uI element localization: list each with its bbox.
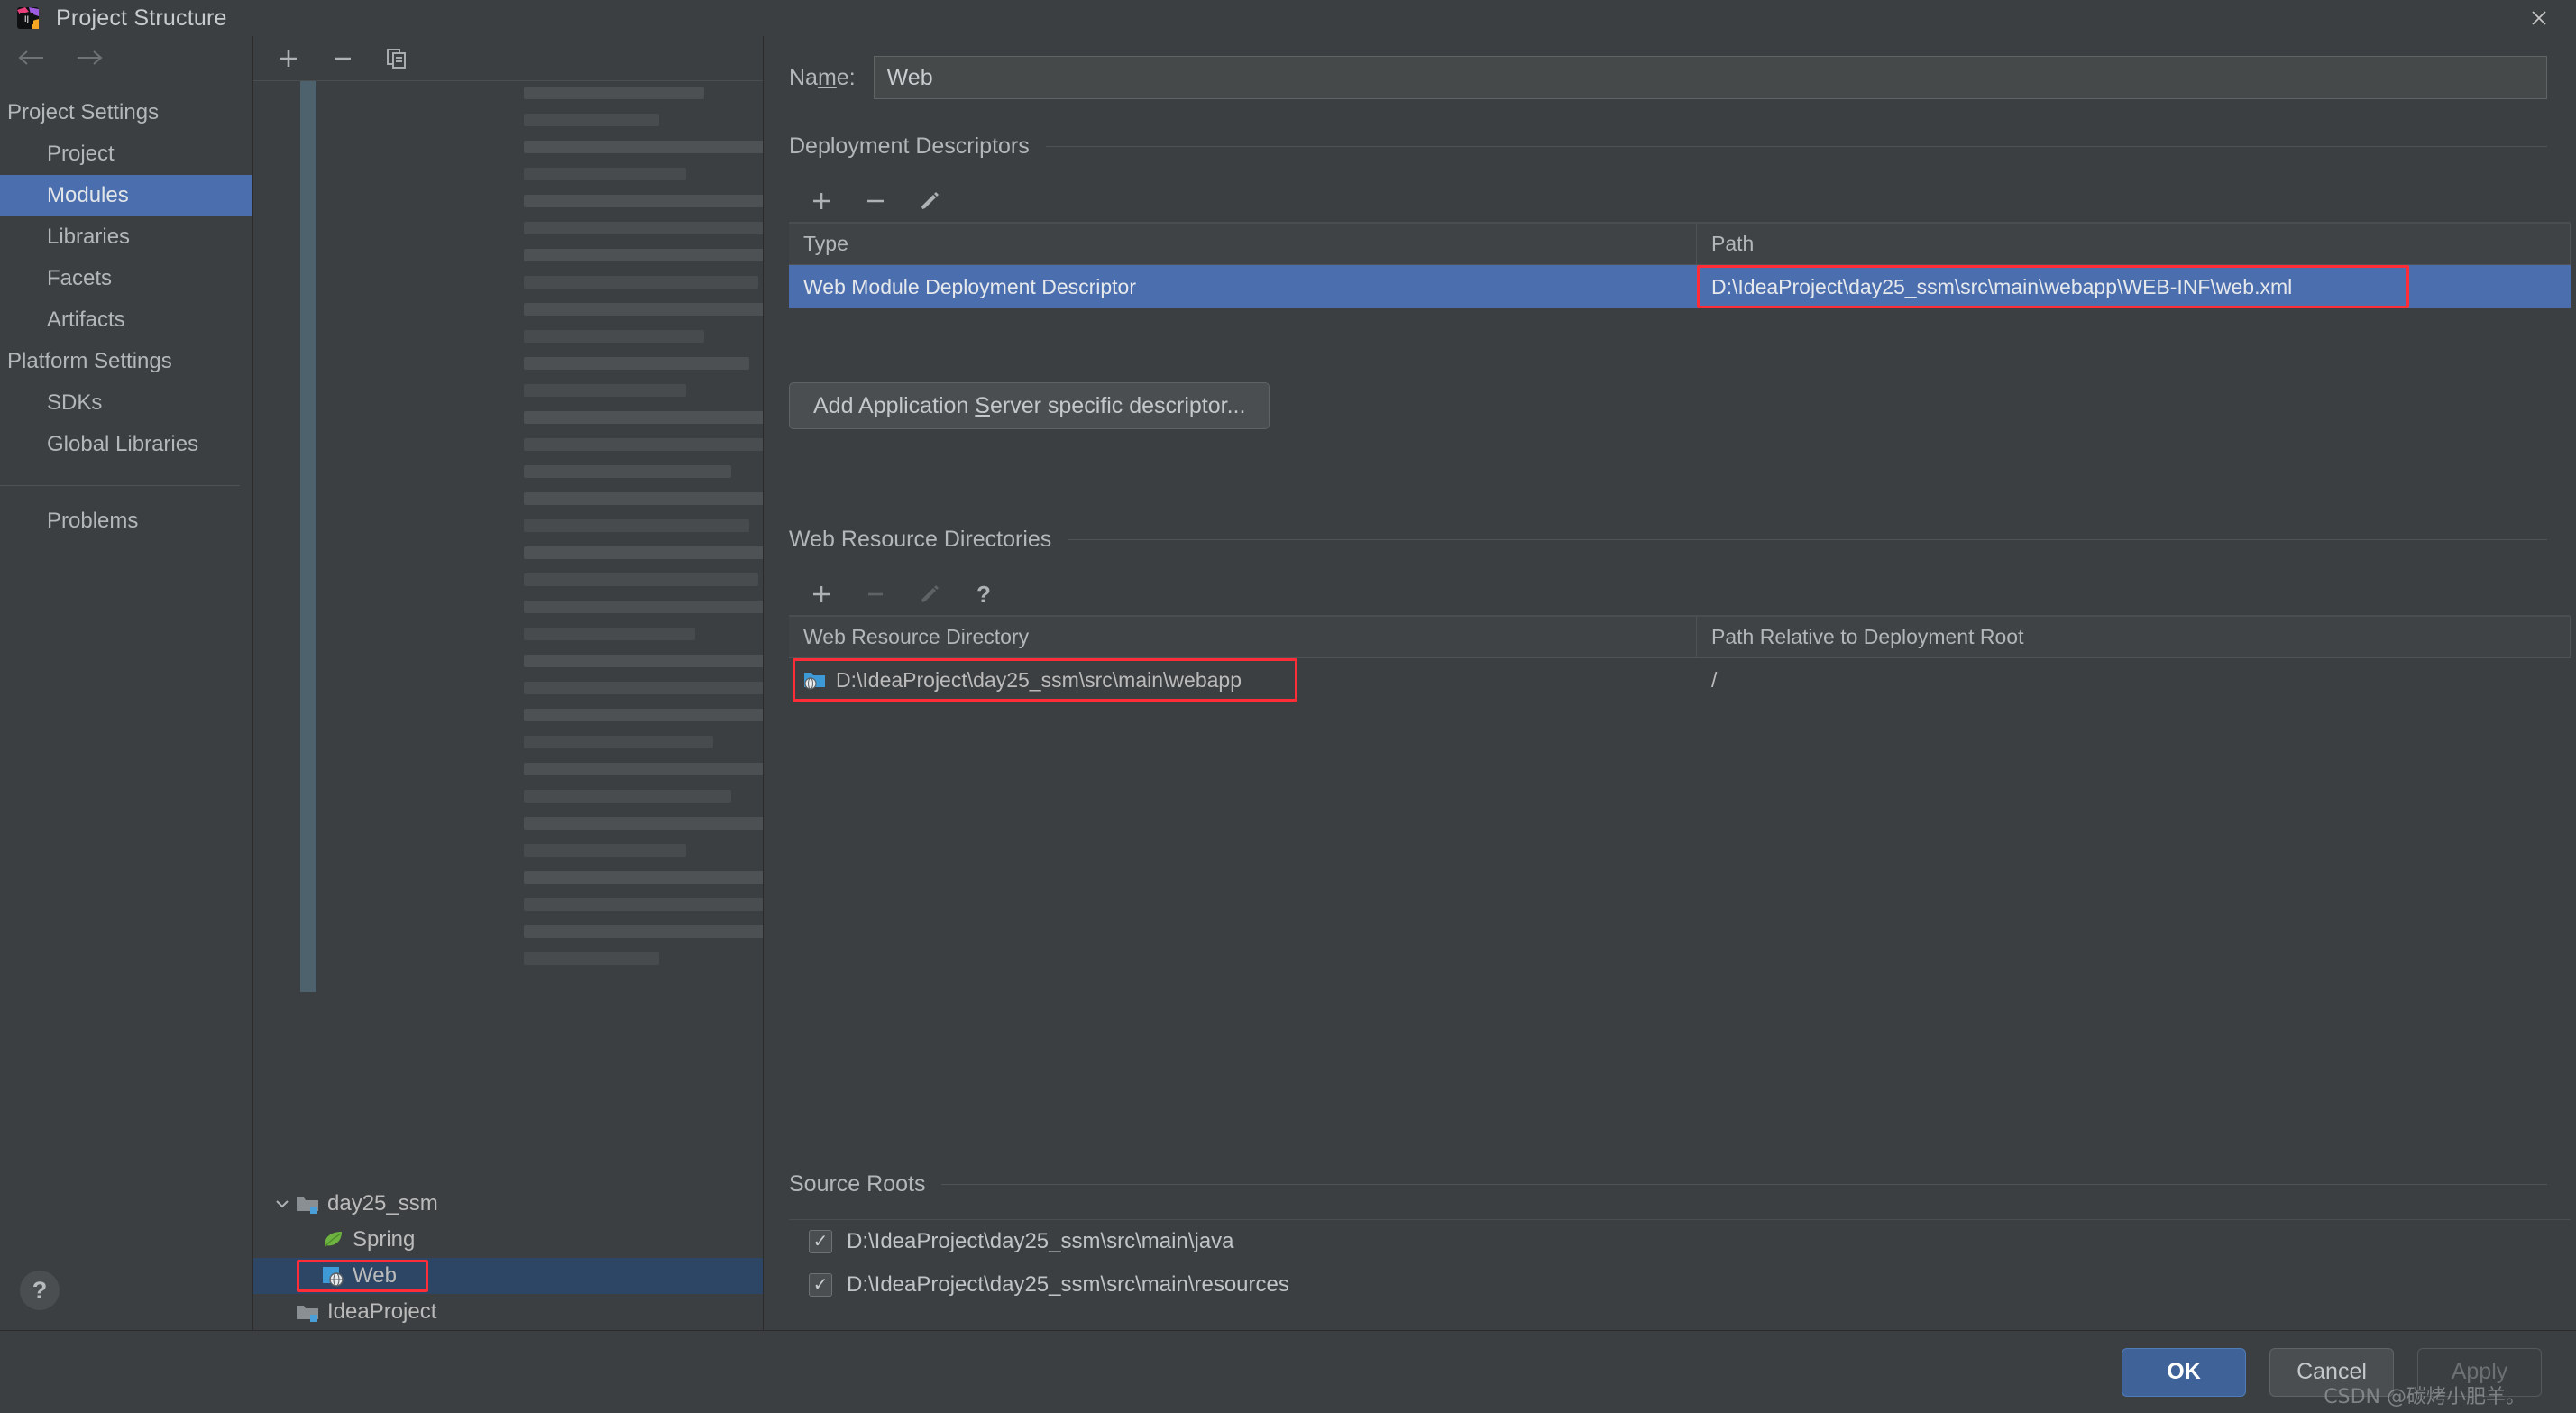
- plus-icon[interactable]: [806, 186, 837, 216]
- spring-leaf-icon: [320, 1227, 345, 1252]
- svg-text:IJ: IJ: [24, 15, 29, 24]
- modules-panel: day25_ssm Spring Web IdeaProject: [253, 36, 764, 1330]
- table-row[interactable]: Web Module Deployment Descriptor D:\Idea…: [789, 265, 2571, 308]
- source-root-label: D:\IdeaProject\day25_ssm\src\main\java: [847, 1229, 1234, 1253]
- dialog-footer: OK Cancel Apply CSDN @碳烤小肥羊。: [0, 1330, 2576, 1413]
- pencil-icon[interactable]: [914, 186, 945, 216]
- copy-icon[interactable]: [381, 43, 412, 74]
- arrow-left-icon[interactable]: [16, 44, 47, 71]
- navigation-arrows: [0, 36, 252, 79]
- descriptor-type-cell: Web Module Deployment Descriptor: [789, 265, 1697, 308]
- minus-icon: [860, 579, 891, 610]
- source-root-label: D:\IdeaProject\day25_ssm\src\main\resour…: [847, 1272, 1289, 1297]
- web-resource-directories-title: Web Resource Directories: [789, 527, 1052, 552]
- sidebar-item-artifacts[interactable]: Artifacts: [0, 299, 252, 341]
- web-resource-directories-table: Web Resource Directory Path Relative to …: [789, 616, 2571, 702]
- sidebar-item-modules[interactable]: Modules: [0, 175, 252, 216]
- blurred-module-list: [253, 81, 763, 1330]
- section-divider: [941, 1184, 2547, 1185]
- source-root-checkbox[interactable]: ✓: [809, 1230, 832, 1253]
- web-resource-directories-toolbar: ?: [789, 573, 2571, 616]
- web-resource-directories-header: Web Resource Directories: [789, 527, 2571, 553]
- module-name-label: Name:: [789, 64, 856, 90]
- path-relative-cell: /: [1711, 667, 1718, 692]
- web-facet-icon: [320, 1263, 345, 1289]
- source-roots-list: ✓ D:\IdeaProject\day25_ssm\src\main\java…: [789, 1219, 2571, 1330]
- source-root-item[interactable]: ✓ D:\IdeaProject\day25_ssm\src\main\java: [789, 1220, 2571, 1263]
- module-folder-icon: [295, 1299, 320, 1325]
- tree-node-label: day25_ssm: [327, 1191, 438, 1216]
- source-roots-header: Source Roots: [789, 1171, 2571, 1197]
- column-header-path-relative[interactable]: Path Relative to Deployment Root: [1697, 617, 2571, 658]
- table-header: Type Path: [789, 224, 2571, 265]
- arrow-right-icon[interactable]: [74, 44, 105, 71]
- sidebar-item-project[interactable]: Project: [0, 133, 252, 175]
- descriptor-path-text: D:\IdeaProject\day25_ssm\src\main\webapp…: [1711, 274, 2293, 298]
- web-resource-directory-cell: D:\IdeaProject\day25_ssm\src\main\webapp: [789, 658, 1697, 702]
- module-name-input[interactable]: [873, 56, 2547, 99]
- sidebar-item-sdks[interactable]: SDKs: [0, 382, 252, 424]
- add-app-server-descriptor-button[interactable]: Add Application Server specific descript…: [789, 382, 1270, 429]
- column-header-path[interactable]: Path: [1697, 224, 2571, 265]
- settings-nav-list: Project Settings Project Modules Librari…: [0, 79, 252, 542]
- plus-icon[interactable]: [273, 43, 304, 74]
- sidebar-item-problems[interactable]: Problems: [0, 500, 252, 542]
- module-folder-icon: [295, 1191, 320, 1216]
- nav-group-project-settings: Project Settings: [7, 100, 160, 124]
- intellij-idea-logo-icon: IJ: [16, 6, 40, 30]
- tree-node-label: Spring: [353, 1227, 416, 1252]
- project-structure-dialog: IJ Project Structure Project Settings Pr…: [0, 0, 2576, 1413]
- section-divider: [1045, 146, 2547, 147]
- tree-node-web[interactable]: Web: [253, 1258, 763, 1294]
- tree-node-label: IdeaProject: [327, 1299, 437, 1324]
- tree-node-day25-ssm[interactable]: day25_ssm: [253, 1186, 763, 1222]
- tree-node-label: Web: [353, 1263, 397, 1288]
- dialog-body: Project Settings Project Modules Librari…: [0, 36, 2576, 1330]
- deployment-descriptors-title: Deployment Descriptors: [789, 133, 1030, 159]
- tree-node-ideaproject[interactable]: IdeaProject: [253, 1294, 763, 1330]
- source-root-item[interactable]: ✓ D:\IdeaProject\day25_ssm\src\main\reso…: [789, 1263, 2571, 1307]
- module-settings-content: Name: Deployment Descriptors: [764, 36, 2576, 1330]
- sidebar-divider: [0, 485, 240, 486]
- pencil-icon: [914, 579, 945, 610]
- module-tree: day25_ssm Spring Web IdeaProject: [253, 1186, 763, 1330]
- module-name-row: Name:: [789, 56, 2571, 99]
- section-divider: [1068, 539, 2547, 540]
- deployment-descriptors-table: Type Path Web Module Deployment Descript…: [789, 223, 2571, 352]
- deployment-descriptors-toolbar: [789, 179, 2571, 223]
- settings-sidebar: Project Settings Project Modules Librari…: [0, 36, 253, 1330]
- descriptor-path-cell: D:\IdeaProject\day25_ssm\src\main\webapp…: [1697, 265, 2571, 308]
- help-button[interactable]: ?: [20, 1271, 60, 1310]
- empty-cell: [789, 308, 1697, 352]
- source-roots-title: Source Roots: [789, 1171, 926, 1197]
- sidebar-item-facets[interactable]: Facets: [0, 258, 252, 299]
- modules-toolbar: [253, 36, 763, 81]
- table-row[interactable]: D:\IdeaProject\day25_ssm\src\main\webapp…: [789, 658, 2571, 702]
- watermark: CSDN @碳烤小肥羊。: [2324, 1386, 2526, 1408]
- close-icon[interactable]: [2524, 3, 2554, 33]
- folder-web-icon: [803, 670, 827, 690]
- web-resource-directory-text: D:\IdeaProject\day25_ssm\src\main\webapp: [836, 667, 1242, 692]
- minus-icon[interactable]: [327, 43, 358, 74]
- title-bar: IJ Project Structure: [0, 0, 2576, 36]
- source-root-checkbox[interactable]: ✓: [809, 1273, 832, 1297]
- window-title: Project Structure: [56, 5, 227, 31]
- nav-group-platform-settings: Platform Settings: [7, 349, 172, 373]
- question-icon[interactable]: ?: [968, 579, 999, 610]
- table-empty-row: [789, 308, 2571, 352]
- deployment-descriptors-header: Deployment Descriptors: [789, 133, 2571, 160]
- chevron-down-icon[interactable]: [270, 1195, 295, 1213]
- column-header-web-resource-directory[interactable]: Web Resource Directory: [789, 617, 1697, 658]
- minus-icon[interactable]: [860, 186, 891, 216]
- ok-button[interactable]: OK: [2122, 1347, 2246, 1397]
- modules-scroll-area[interactable]: day25_ssm Spring Web IdeaProject: [253, 81, 763, 1330]
- sidebar-item-global-libraries[interactable]: Global Libraries: [0, 424, 252, 465]
- column-header-type[interactable]: Type: [789, 224, 1697, 265]
- table-header: Web Resource Directory Path Relative to …: [789, 617, 2571, 658]
- sidebar-item-libraries[interactable]: Libraries: [0, 216, 252, 258]
- plus-icon[interactable]: [806, 579, 837, 610]
- tree-node-spring[interactable]: Spring: [253, 1222, 763, 1258]
